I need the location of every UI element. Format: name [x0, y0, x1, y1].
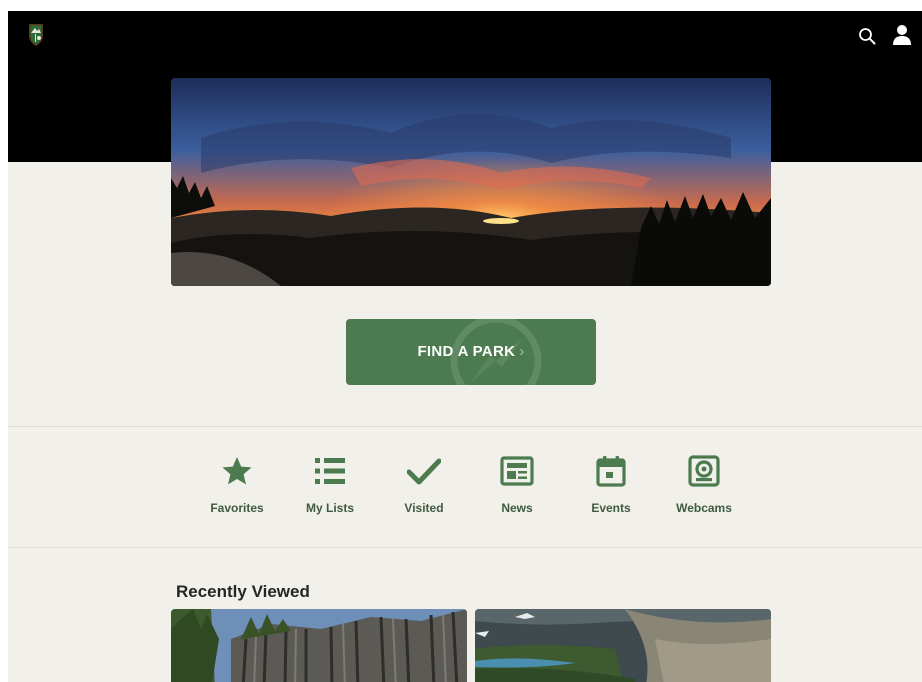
- shortcut-label: My Lists: [305, 501, 354, 515]
- find-a-park-label: FIND A PARK ›: [417, 343, 525, 360]
- divider-top: [8, 426, 922, 427]
- shortcut-label: Events: [591, 501, 631, 515]
- shortcut-visited[interactable]: Visited: [384, 453, 464, 515]
- shortcut-my-lists[interactable]: My Lists: [290, 453, 370, 515]
- recent-park-card[interactable]: [171, 609, 467, 682]
- list-icon: [315, 458, 345, 484]
- user-icon[interactable]: [892, 24, 912, 46]
- recently-viewed-title: Recently Viewed: [176, 582, 310, 601]
- star-icon: [222, 457, 252, 485]
- shortcut-label: Favorites: [210, 501, 264, 515]
- shortcut-label: Webcams: [676, 501, 732, 515]
- app-screen: FIND A PARK › Favorites My Lists Visited…: [8, 11, 922, 682]
- shortcut-news[interactable]: News: [477, 453, 557, 515]
- webcam-icon: [688, 455, 720, 487]
- newspaper-icon: [500, 456, 534, 486]
- shortcut-label: Visited: [404, 501, 444, 515]
- shortcut-label: News: [501, 501, 533, 515]
- shortcut-events[interactable]: Events: [571, 453, 651, 515]
- divider-bottom: [8, 547, 922, 548]
- shortcut-webcams[interactable]: Webcams: [664, 453, 744, 515]
- recent-park-card[interactable]: [475, 609, 771, 682]
- hero-image: [171, 78, 771, 286]
- find-a-park-button[interactable]: FIND A PARK ›: [346, 319, 596, 385]
- nps-arrowhead-logo[interactable]: [27, 23, 45, 47]
- checkmark-icon: [407, 458, 441, 485]
- search-icon[interactable]: [858, 27, 876, 45]
- shortcut-favorites[interactable]: Favorites: [197, 453, 277, 515]
- mountain-lake-valley-photo: [475, 609, 771, 682]
- basalt-columns-photo: [171, 609, 467, 682]
- calendar-icon: [596, 456, 626, 487]
